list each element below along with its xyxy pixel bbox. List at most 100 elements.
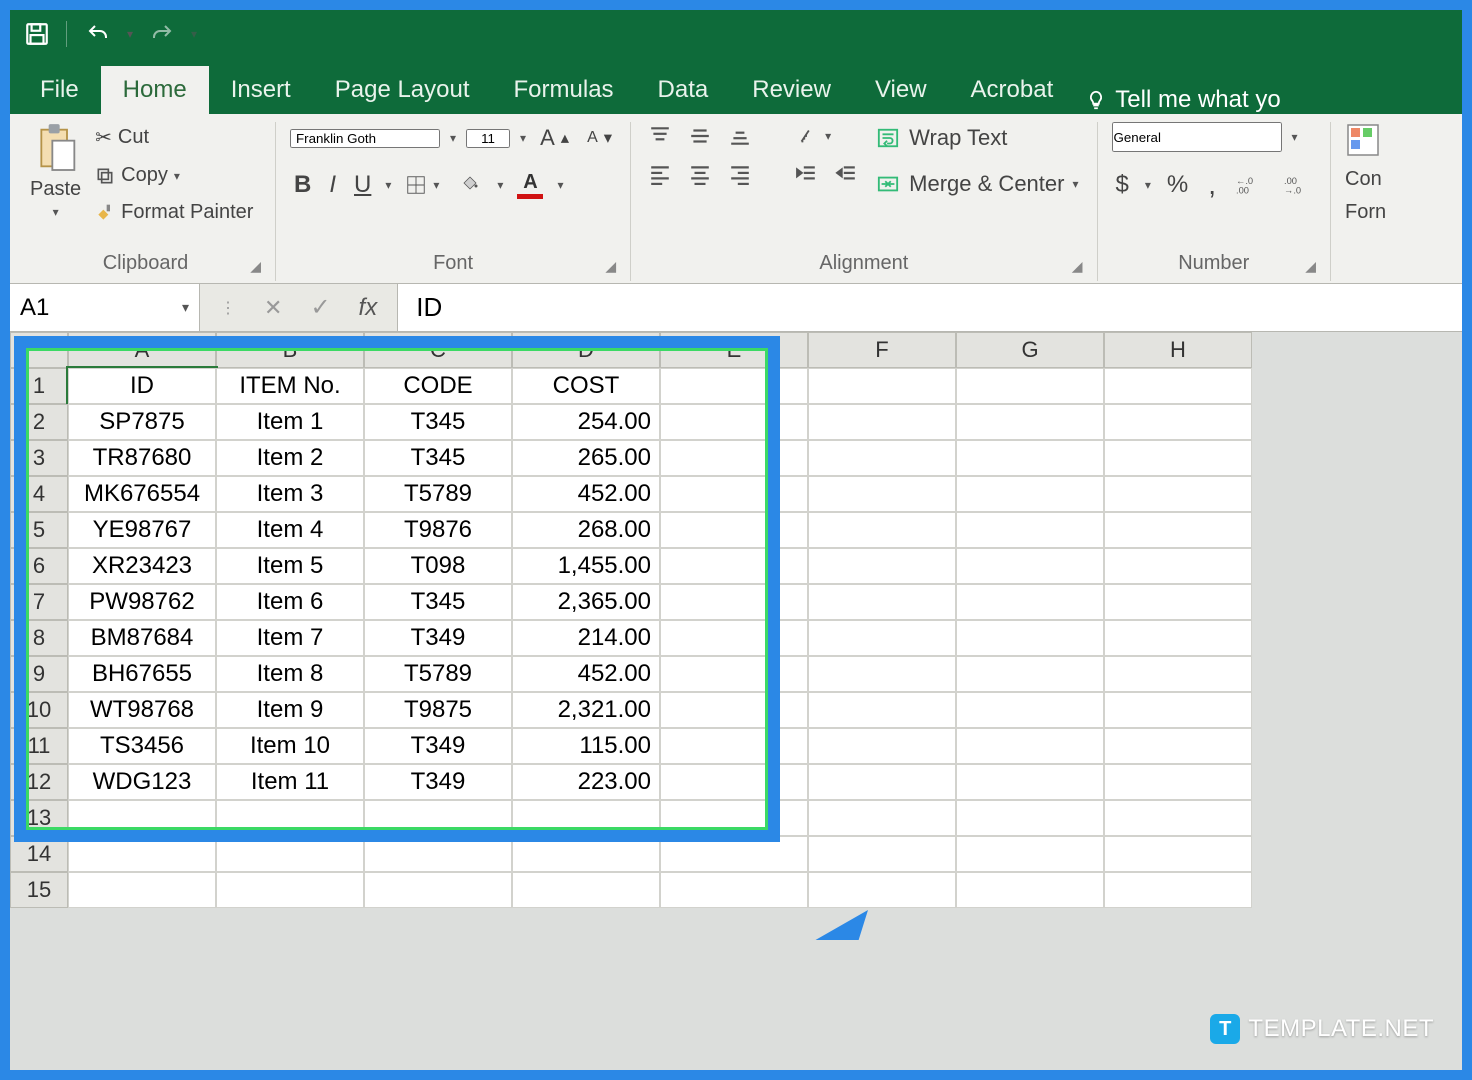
- increase-indent-button[interactable]: [831, 160, 861, 188]
- cell-H5[interactable]: [1104, 512, 1252, 548]
- cell-E5[interactable]: [660, 512, 808, 548]
- cell-B15[interactable]: [216, 872, 364, 908]
- increase-font-button[interactable]: A▴: [536, 122, 573, 154]
- clipboard-launcher-icon[interactable]: ◢: [250, 258, 261, 275]
- conditional-formatting-icon[interactable]: [1345, 122, 1381, 158]
- cell-E4[interactable]: [660, 476, 808, 512]
- cell-F2[interactable]: [808, 404, 956, 440]
- cell-E1[interactable]: [660, 368, 808, 404]
- cell-D11[interactable]: 115.00: [512, 728, 660, 764]
- cell-G10[interactable]: [956, 692, 1104, 728]
- cell-G1[interactable]: [956, 368, 1104, 404]
- tab-file[interactable]: File: [18, 66, 101, 114]
- cell-B1[interactable]: ITEM No.: [216, 368, 364, 404]
- cell-F14[interactable]: [808, 836, 956, 872]
- font-name-input[interactable]: [290, 129, 440, 148]
- cell-E15[interactable]: [660, 872, 808, 908]
- cell-F15[interactable]: [808, 872, 956, 908]
- cell-H2[interactable]: [1104, 404, 1252, 440]
- cell-F1[interactable]: [808, 368, 956, 404]
- cell-B8[interactable]: Item 7: [216, 620, 364, 656]
- currency-button[interactable]: $: [1112, 168, 1133, 202]
- tab-page-layout[interactable]: Page Layout: [313, 66, 492, 114]
- tab-insert[interactable]: Insert: [209, 66, 313, 114]
- cell-C15[interactable]: [364, 872, 512, 908]
- number-format-select[interactable]: [1112, 122, 1282, 152]
- comma-button[interactable]: ,: [1204, 166, 1220, 204]
- cell-D4[interactable]: 452.00: [512, 476, 660, 512]
- cell-B14[interactable]: [216, 836, 364, 872]
- cell-F13[interactable]: [808, 800, 956, 836]
- cell-A11[interactable]: TS3456: [68, 728, 216, 764]
- cell-A12[interactable]: WDG123: [68, 764, 216, 800]
- cell-A10[interactable]: WT98768: [68, 692, 216, 728]
- tab-view[interactable]: View: [853, 66, 949, 114]
- underline-dropdown[interactable]: ▾: [385, 178, 391, 192]
- row-header-10[interactable]: 10: [10, 692, 68, 728]
- cell-E2[interactable]: [660, 404, 808, 440]
- cell-A2[interactable]: SP7875: [68, 404, 216, 440]
- cell-H12[interactable]: [1104, 764, 1252, 800]
- col-header-E[interactable]: E: [660, 332, 808, 368]
- cell-A8[interactable]: BM87684: [68, 620, 216, 656]
- orientation-button[interactable]: ▾: [791, 122, 835, 150]
- cell-E6[interactable]: [660, 548, 808, 584]
- cell-A1[interactable]: ID: [68, 368, 216, 404]
- number-launcher-icon[interactable]: ◢: [1305, 258, 1316, 275]
- cell-C7[interactable]: T345: [364, 584, 512, 620]
- tab-home[interactable]: Home: [101, 66, 209, 114]
- redo-dropdown[interactable]: ▾: [191, 27, 197, 41]
- dots-icon[interactable]: ⋮: [220, 298, 236, 318]
- font-launcher-icon[interactable]: ◢: [605, 258, 616, 275]
- cell-C10[interactable]: T9875: [364, 692, 512, 728]
- fill-color-dropdown[interactable]: ▾: [497, 178, 503, 192]
- tab-data[interactable]: Data: [636, 66, 731, 114]
- cell-H1[interactable]: [1104, 368, 1252, 404]
- font-color-button[interactable]: A: [513, 168, 547, 202]
- tab-formulas[interactable]: Formulas: [492, 66, 636, 114]
- cell-B6[interactable]: Item 5: [216, 548, 364, 584]
- cell-A3[interactable]: TR87680: [68, 440, 216, 476]
- cell-H3[interactable]: [1104, 440, 1252, 476]
- fill-color-button[interactable]: [453, 171, 487, 200]
- copy-dropdown[interactable]: ▾: [174, 169, 180, 183]
- font-name-dropdown[interactable]: ▾: [450, 131, 456, 145]
- row-header-3[interactable]: 3: [10, 440, 68, 476]
- font-color-dropdown[interactable]: ▾: [557, 178, 563, 192]
- undo-icon[interactable]: [83, 22, 113, 46]
- cell-C4[interactable]: T5789: [364, 476, 512, 512]
- cell-G2[interactable]: [956, 404, 1104, 440]
- cell-H7[interactable]: [1104, 584, 1252, 620]
- row-header-14[interactable]: 14: [10, 836, 68, 872]
- align-top-button[interactable]: [645, 122, 675, 150]
- cell-C8[interactable]: T349: [364, 620, 512, 656]
- cell-A15[interactable]: [68, 872, 216, 908]
- align-center-button[interactable]: [685, 160, 715, 188]
- cut-button[interactable]: ✂ Cut: [91, 122, 257, 153]
- cell-G8[interactable]: [956, 620, 1104, 656]
- cell-B4[interactable]: Item 3: [216, 476, 364, 512]
- cell-A14[interactable]: [68, 836, 216, 872]
- increase-decimal-button[interactable]: ←.0.00: [1232, 171, 1268, 199]
- cell-D9[interactable]: 452.00: [512, 656, 660, 692]
- col-header-D[interactable]: D: [512, 332, 660, 368]
- cell-D5[interactable]: 268.00: [512, 512, 660, 548]
- col-header-G[interactable]: G: [956, 332, 1104, 368]
- bold-button[interactable]: B: [290, 168, 315, 202]
- cell-B12[interactable]: Item 11: [216, 764, 364, 800]
- cell-E12[interactable]: [660, 764, 808, 800]
- enter-icon[interactable]: ✓: [310, 293, 330, 322]
- cell-H4[interactable]: [1104, 476, 1252, 512]
- row-header-15[interactable]: 15: [10, 872, 68, 908]
- align-right-button[interactable]: [725, 160, 755, 188]
- row-header-8[interactable]: 8: [10, 620, 68, 656]
- italic-button[interactable]: I: [325, 168, 340, 202]
- col-header-H[interactable]: H: [1104, 332, 1252, 368]
- col-header-F[interactable]: F: [808, 332, 956, 368]
- borders-button[interactable]: ▾: [401, 171, 443, 199]
- font-size-dropdown[interactable]: ▾: [520, 131, 526, 145]
- tab-review[interactable]: Review: [730, 66, 853, 114]
- cell-H8[interactable]: [1104, 620, 1252, 656]
- cell-H9[interactable]: [1104, 656, 1252, 692]
- currency-dropdown[interactable]: ▾: [1145, 178, 1151, 192]
